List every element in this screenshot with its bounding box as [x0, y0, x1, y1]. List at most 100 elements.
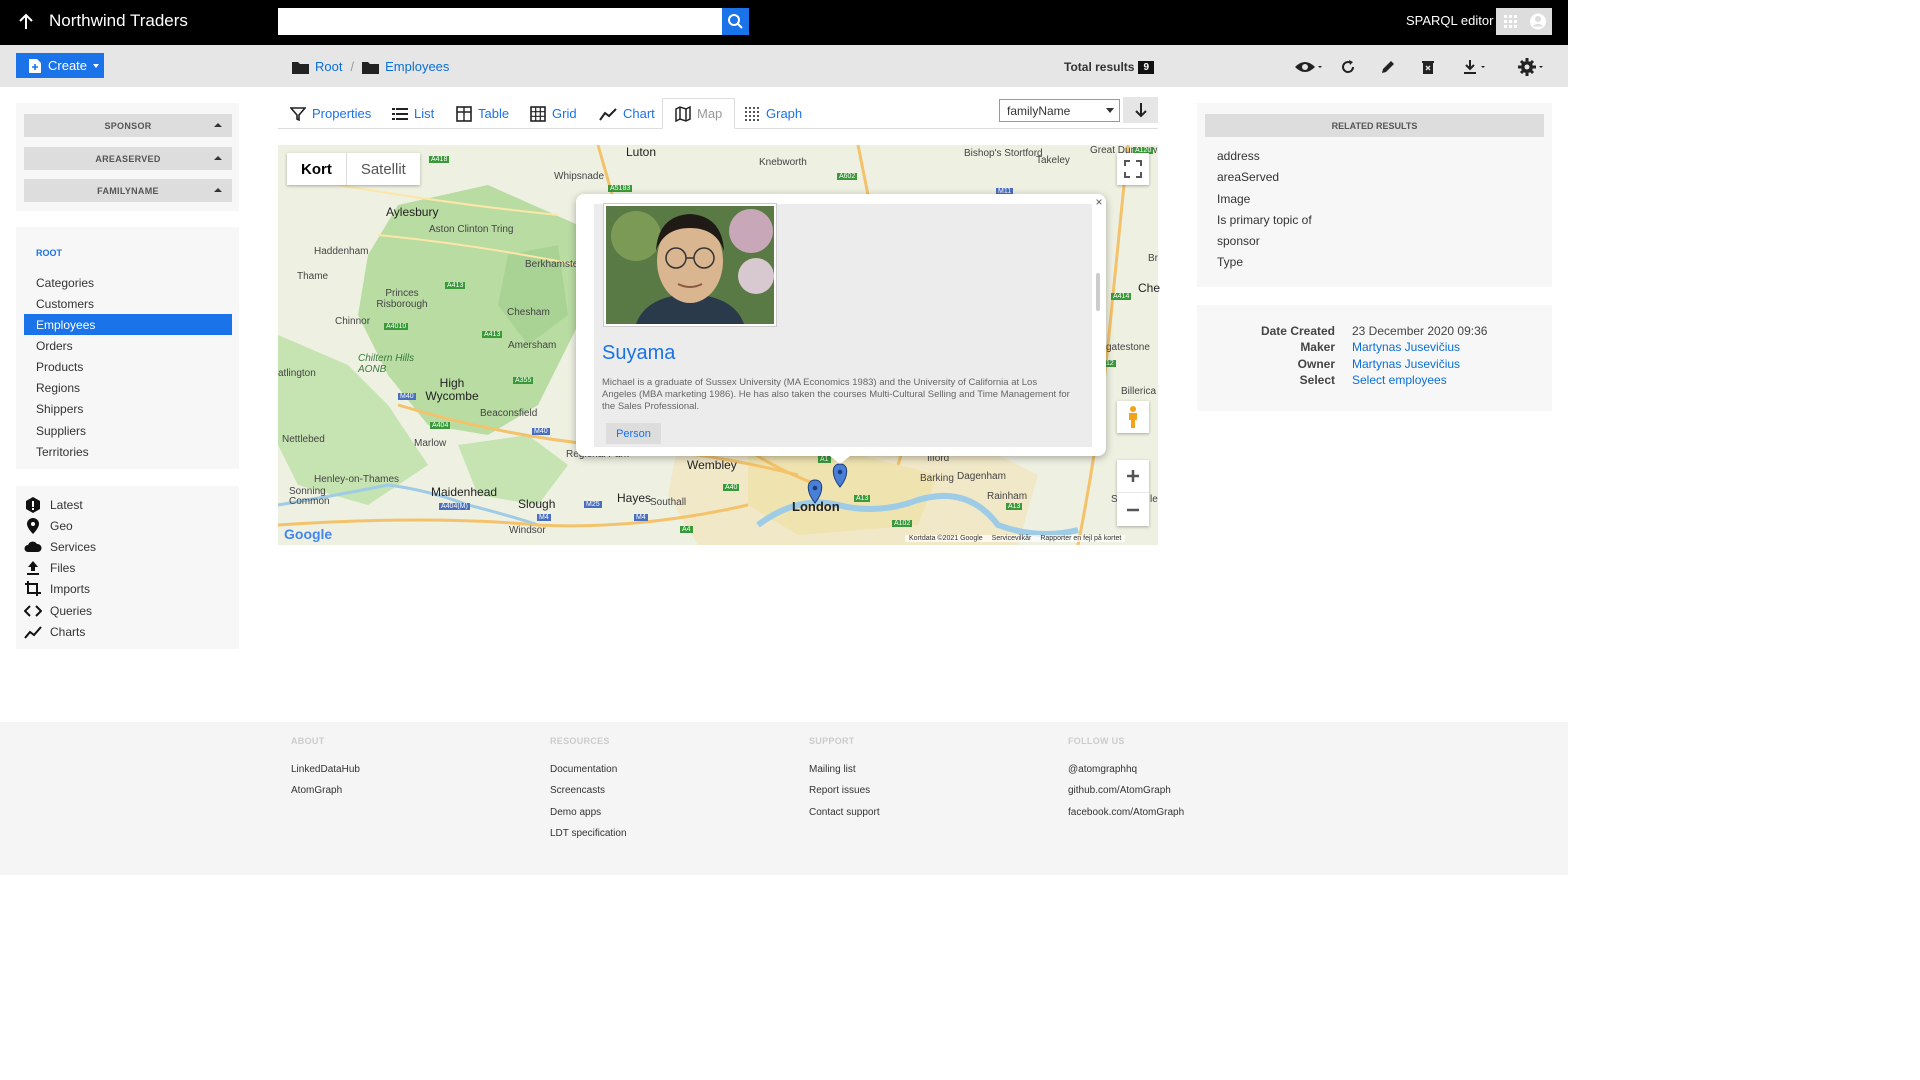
- list-icon: [392, 107, 408, 120]
- meta-value-select[interactable]: Select employees: [1352, 373, 1447, 387]
- create-button[interactable]: Create: [16, 53, 104, 78]
- trash-icon[interactable]: [1408, 56, 1448, 78]
- tab-chart[interactable]: Chart: [599, 98, 655, 129]
- breadcrumb-employees[interactable]: Employees: [385, 59, 449, 74]
- nav-item-categories[interactable]: Categories: [24, 272, 232, 293]
- nav-item-customers[interactable]: Customers: [24, 293, 232, 314]
- facet-areaserved[interactable]: AREASERVED: [24, 147, 232, 170]
- tab-table[interactable]: Table: [456, 98, 509, 129]
- meta-value-date-created: 23 December 2020 09:36: [1352, 324, 1488, 338]
- nav-root[interactable]: ROOT: [36, 248, 62, 258]
- tab-list[interactable]: List: [392, 98, 434, 129]
- zoom-control: [1117, 460, 1149, 526]
- related-item-address[interactable]: address: [1217, 149, 1260, 163]
- meta-key-owner: Owner: [1297, 357, 1335, 371]
- footer-link[interactable]: Mailing list: [809, 764, 856, 775]
- nav-item-orders[interactable]: Orders: [24, 335, 232, 356]
- related-item-image[interactable]: Image: [1217, 192, 1250, 206]
- refresh-icon[interactable]: [1328, 56, 1368, 78]
- map-type-satellite-button[interactable]: Satellit: [347, 153, 420, 185]
- search-input[interactable]: [278, 8, 722, 35]
- related-item-primary-topic[interactable]: Is primary topic of: [1217, 213, 1312, 227]
- facet-sponsor[interactable]: SPONSOR: [24, 114, 232, 137]
- map-place-label: Beaconsfield: [480, 408, 538, 419]
- table-icon: [456, 105, 472, 122]
- related-item-sponsor[interactable]: sponsor: [1217, 234, 1260, 248]
- zoom-in-button[interactable]: [1117, 460, 1149, 493]
- tool-label: Files: [50, 560, 76, 575]
- tool-files[interactable]: Files: [24, 557, 75, 578]
- tab-graph[interactable]: Graph: [744, 98, 802, 129]
- footer-link[interactable]: facebook.com/AtomGraph: [1068, 807, 1184, 818]
- facet-label: SPONSOR: [104, 120, 152, 131]
- breadcrumb-root[interactable]: Root: [315, 59, 342, 74]
- employee-photo[interactable]: [603, 203, 777, 327]
- road-label: A602: [837, 173, 858, 180]
- report-error-link[interactable]: Rapporter en fejl på kortet: [1040, 535, 1121, 542]
- street-view-button[interactable]: [1117, 401, 1149, 433]
- tool-imports[interactable]: Imports: [24, 578, 90, 599]
- info-window-scrollbar[interactable]: [1096, 273, 1100, 311]
- fullscreen-button[interactable]: [1117, 153, 1149, 185]
- footer-link[interactable]: LDT specification: [550, 828, 627, 839]
- map-type-map-button[interactable]: Kort: [287, 153, 347, 185]
- eye-icon[interactable]: [1288, 56, 1328, 78]
- footer-link[interactable]: Contact support: [809, 807, 880, 818]
- nav-item-territories[interactable]: Territories: [24, 441, 232, 462]
- footer-link[interactable]: Report issues: [809, 785, 870, 796]
- search-button[interactable]: [722, 8, 749, 35]
- nav-item-employees[interactable]: Employees: [24, 314, 232, 335]
- related-item-areaserved[interactable]: areaServed: [1217, 170, 1279, 184]
- map-place-label: Billerica: [1121, 386, 1157, 397]
- footer-link[interactable]: Screencasts: [550, 785, 605, 796]
- arrow-up-icon[interactable]: [16, 12, 36, 32]
- related-item-type[interactable]: Type: [1217, 255, 1243, 269]
- download-icon[interactable]: [1448, 56, 1504, 78]
- map-place-label: Nettlebed: [282, 434, 325, 445]
- facet-familyname[interactable]: FAMILYNAME: [24, 179, 232, 202]
- tab-grid[interactable]: Grid: [530, 98, 577, 129]
- gear-icon[interactable]: [1504, 56, 1560, 78]
- employee-name-link[interactable]: Suyama: [602, 342, 675, 365]
- search-icon: [728, 14, 743, 29]
- caret-up-icon: [214, 123, 222, 127]
- nav-item-products[interactable]: Products: [24, 356, 232, 377]
- terms-link[interactable]: Servicevilkår: [992, 535, 1032, 542]
- tool-latest[interactable]: Latest: [24, 494, 83, 515]
- app-title[interactable]: Northwind Traders: [49, 11, 188, 31]
- nav-item-regions[interactable]: Regions: [24, 377, 232, 398]
- footer-link[interactable]: AtomGraph: [291, 785, 342, 796]
- sort-by-select[interactable]: familyName: [999, 99, 1120, 122]
- facet-label: FAMILYNAME: [97, 185, 159, 196]
- footer-heading-support: SUPPORT: [809, 736, 855, 746]
- tool-geo[interactable]: Geo: [24, 515, 73, 536]
- map-place-label: Haddenham: [314, 246, 369, 257]
- tool-services[interactable]: Services: [24, 536, 96, 557]
- meta-value-maker[interactable]: Martynas Jusevičius: [1352, 340, 1460, 354]
- total-results-label: Total results: [1064, 60, 1135, 74]
- pencil-icon[interactable]: [1368, 56, 1408, 78]
- footer-link[interactable]: Demo apps: [550, 807, 601, 818]
- type-badge[interactable]: Person: [606, 423, 661, 444]
- meta-key-date-created: Date Created: [1260, 324, 1335, 338]
- sort-direction-button[interactable]: [1123, 97, 1158, 123]
- tab-map[interactable]: Map: [662, 98, 736, 129]
- sparql-editor-link[interactable]: SPARQL editor: [1406, 13, 1493, 28]
- top-navbar: Northwind Traders SPARQL editor: [0, 0, 1568, 45]
- zoom-out-button[interactable]: [1117, 493, 1149, 526]
- footer-link[interactable]: @atomgraphhq: [1068, 764, 1137, 775]
- footer-link[interactable]: github.com/AtomGraph: [1068, 785, 1171, 796]
- tab-label: Map: [697, 106, 723, 121]
- map-place-label: London: [792, 499, 840, 514]
- nav-item-shippers[interactable]: Shippers: [24, 398, 232, 419]
- tool-charts[interactable]: Charts: [24, 621, 85, 642]
- meta-value-owner[interactable]: Martynas Jusevičius: [1352, 357, 1460, 371]
- tab-properties[interactable]: Properties: [290, 98, 371, 129]
- footer-link[interactable]: LinkedDataHub: [291, 764, 360, 775]
- nav-item-suppliers[interactable]: Suppliers: [24, 420, 232, 441]
- footer-link[interactable]: Documentation: [550, 764, 617, 775]
- user-menu[interactable]: [1496, 8, 1552, 35]
- close-icon[interactable]: ×: [1093, 196, 1105, 208]
- tool-queries[interactable]: Queries: [24, 600, 92, 621]
- map-place-label: Br: [1148, 253, 1158, 264]
